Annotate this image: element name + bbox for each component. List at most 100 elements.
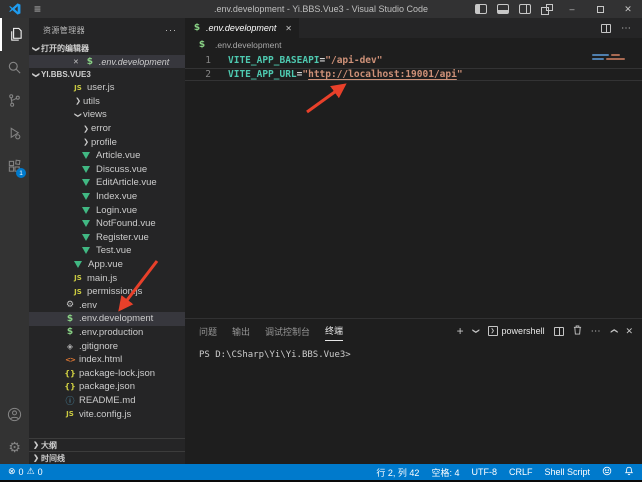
customize-layout-icon[interactable] [541, 4, 553, 14]
tab-terminal[interactable]: 终端 [325, 321, 343, 341]
toggle-sidebar-icon[interactable] [475, 4, 487, 14]
close-icon[interactable]: ✕ [73, 58, 79, 66]
cursor-position[interactable]: 行 2, 列 42 [376, 466, 419, 479]
terminal-output[interactable]: PS D:\CSharp\Yi\Yi.BBS.Vue3> [185, 343, 642, 360]
more-actions-icon[interactable]: ⋯ [621, 23, 632, 34]
tree-item-gitignore[interactable]: ◈.gitignore [29, 339, 185, 353]
vue-file-icon [82, 234, 90, 241]
outline-section[interactable]: ❯ 大纲 [29, 438, 185, 451]
tree-item-app-vue[interactable]: App.vue [29, 258, 185, 272]
split-editor-icon[interactable] [601, 24, 611, 33]
panel-actions: + ❯ ❯ powershell ⋯ ❯ ✕ [457, 322, 642, 340]
toggle-panel-icon[interactable] [497, 4, 509, 14]
tree-item-label: Discuss.vue [96, 164, 147, 175]
minimap-line [592, 54, 609, 56]
maximize-panel-icon[interactable]: ❯ [610, 328, 618, 334]
terminal-profile-label: powershell [502, 326, 545, 336]
vue-file-icon [74, 261, 82, 268]
tree-item-env-production[interactable]: $.env.production [29, 326, 185, 340]
kill-terminal-icon[interactable] [573, 322, 582, 340]
tree-item-package-lock-json[interactable]: {}package-lock.json [29, 366, 185, 380]
sidebar-spacer [29, 421, 185, 438]
minimize-button[interactable]: – [558, 0, 586, 18]
feedback-icon[interactable] [602, 466, 612, 478]
tree-item-env[interactable]: ⚙.env [29, 299, 185, 313]
tree-item-vite-config-js[interactable]: JSvite.config.js [29, 407, 185, 421]
tree-item-label: .gitignore [79, 341, 118, 352]
url-link[interactable]: http://localhost:19001/api [308, 69, 457, 80]
tree-item-package-json[interactable]: {}package.json [29, 380, 185, 394]
tab-problems[interactable]: 问题 [199, 322, 217, 341]
shell-file-icon: $ [192, 23, 202, 33]
search-icon[interactable] [0, 51, 29, 84]
settings-gear-icon[interactable]: ⚙ [0, 431, 29, 464]
timeline-section[interactable]: ❯ 时间线 [29, 451, 185, 464]
tree-item-user-js[interactable]: JSuser.js [29, 81, 185, 95]
eol-sequence[interactable]: CRLF [509, 467, 533, 477]
split-terminal-icon[interactable] [554, 327, 564, 336]
explorer-icon[interactable] [0, 18, 29, 51]
indentation[interactable]: 空格: 4 [431, 466, 459, 479]
toggle-secondary-sidebar-icon[interactable] [519, 4, 531, 14]
tree-item-label: user.js [87, 82, 114, 93]
outline-label: 大纲 [41, 440, 57, 451]
explorer-more-icon[interactable]: ··· [165, 25, 177, 35]
open-editors-header[interactable]: ❯ 打开的编辑器 [29, 42, 185, 55]
project-header[interactable]: ❯ YI.BBS.VUE3 [29, 68, 185, 81]
env-key: VITE_APP_URL [228, 69, 297, 80]
tree-item-main-js[interactable]: JSmain.js [29, 271, 185, 285]
open-editor-item[interactable]: ✕ $ .env.development [29, 55, 185, 68]
tab-debug-console[interactable]: 调试控制台 [265, 322, 310, 341]
encoding[interactable]: UTF-8 [471, 467, 497, 477]
tree-item-article-vue[interactable]: Article.vue [29, 149, 185, 163]
problems-status[interactable]: ⊗ 0 ⚠ 0 [8, 467, 43, 477]
breadcrumb[interactable]: $ .env.development [185, 38, 642, 51]
tree-item-label: EditArticle.vue [96, 177, 157, 188]
notifications-bell-icon[interactable] [624, 466, 634, 478]
extensions-icon[interactable]: 1 [0, 150, 29, 183]
maximize-button[interactable] [586, 0, 614, 18]
tree-item-profile[interactable]: ❯profile [29, 135, 185, 149]
more-actions-icon[interactable]: ⋯ [591, 326, 602, 337]
run-debug-icon[interactable] [0, 117, 29, 150]
code-line-1[interactable]: 1 VITE_APP_BASEAPI="/api-dev" [185, 54, 642, 68]
tree-item-index-vue[interactable]: Index.vue [29, 190, 185, 204]
tree-item-readme-md[interactable]: ⓘREADME.md [29, 394, 185, 408]
close-panel-icon[interactable]: ✕ [625, 326, 633, 337]
code-area[interactable]: 1 VITE_APP_BASEAPI="/api-dev" 2 VITE_APP… [185, 51, 642, 318]
language-mode[interactable]: Shell Script [544, 467, 590, 477]
source-control-icon[interactable] [0, 84, 29, 117]
tree-item-index-html[interactable]: <>index.html [29, 353, 185, 367]
tree-item-error[interactable]: ❯error [29, 122, 185, 136]
minimap-line [606, 58, 625, 60]
minimap[interactable] [592, 54, 630, 62]
code-line-2[interactable]: 2 VITE_APP_URL="http://localhost:19001/a… [185, 68, 642, 82]
tab-env-development[interactable]: $ .env.development ✕ [185, 18, 299, 38]
terminal-profile[interactable]: ❯ powershell [488, 326, 545, 336]
tree-item-permission-js[interactable]: JSpermission.js [29, 285, 185, 299]
menu-icon[interactable]: ≡ [34, 0, 41, 18]
panel: 问题 输出 调试控制台 终端 + ❯ ❯ powershell ⋯ ❯ [185, 318, 642, 464]
tree-item-editarticle-vue[interactable]: EditArticle.vue [29, 176, 185, 190]
new-terminal-icon[interactable]: + [457, 324, 464, 338]
maximize-icon [597, 6, 604, 13]
line-number: 2 [185, 69, 211, 80]
tree-item-notfound-vue[interactable]: NotFound.vue [29, 217, 185, 231]
js-file-icon: JS [65, 410, 75, 418]
tab-close-icon[interactable]: ✕ [285, 24, 292, 33]
terminal-icon: ❯ [488, 326, 498, 336]
account-icon[interactable] [0, 398, 29, 431]
tab-output[interactable]: 输出 [232, 322, 250, 341]
tree-item-env-development[interactable]: $.env.development [29, 312, 185, 326]
tree-item-login-vue[interactable]: Login.vue [29, 203, 185, 217]
tree-item-utils[interactable]: ❯utils [29, 95, 185, 109]
close-button[interactable]: ✕ [614, 0, 642, 18]
chevron-down-icon[interactable]: ❯ [472, 328, 480, 334]
tree-item-label: .env.production [79, 327, 143, 338]
tree-item-discuss-vue[interactable]: Discuss.vue [29, 163, 185, 177]
tree-item-test-vue[interactable]: Test.vue [29, 244, 185, 258]
tree-item-views[interactable]: ❯views [29, 108, 185, 122]
explorer-title: 资源管理器 [43, 25, 85, 36]
tree-item-register-vue[interactable]: Register.vue [29, 231, 185, 245]
tab-bar: $ .env.development ✕ ⋯ [185, 18, 642, 38]
